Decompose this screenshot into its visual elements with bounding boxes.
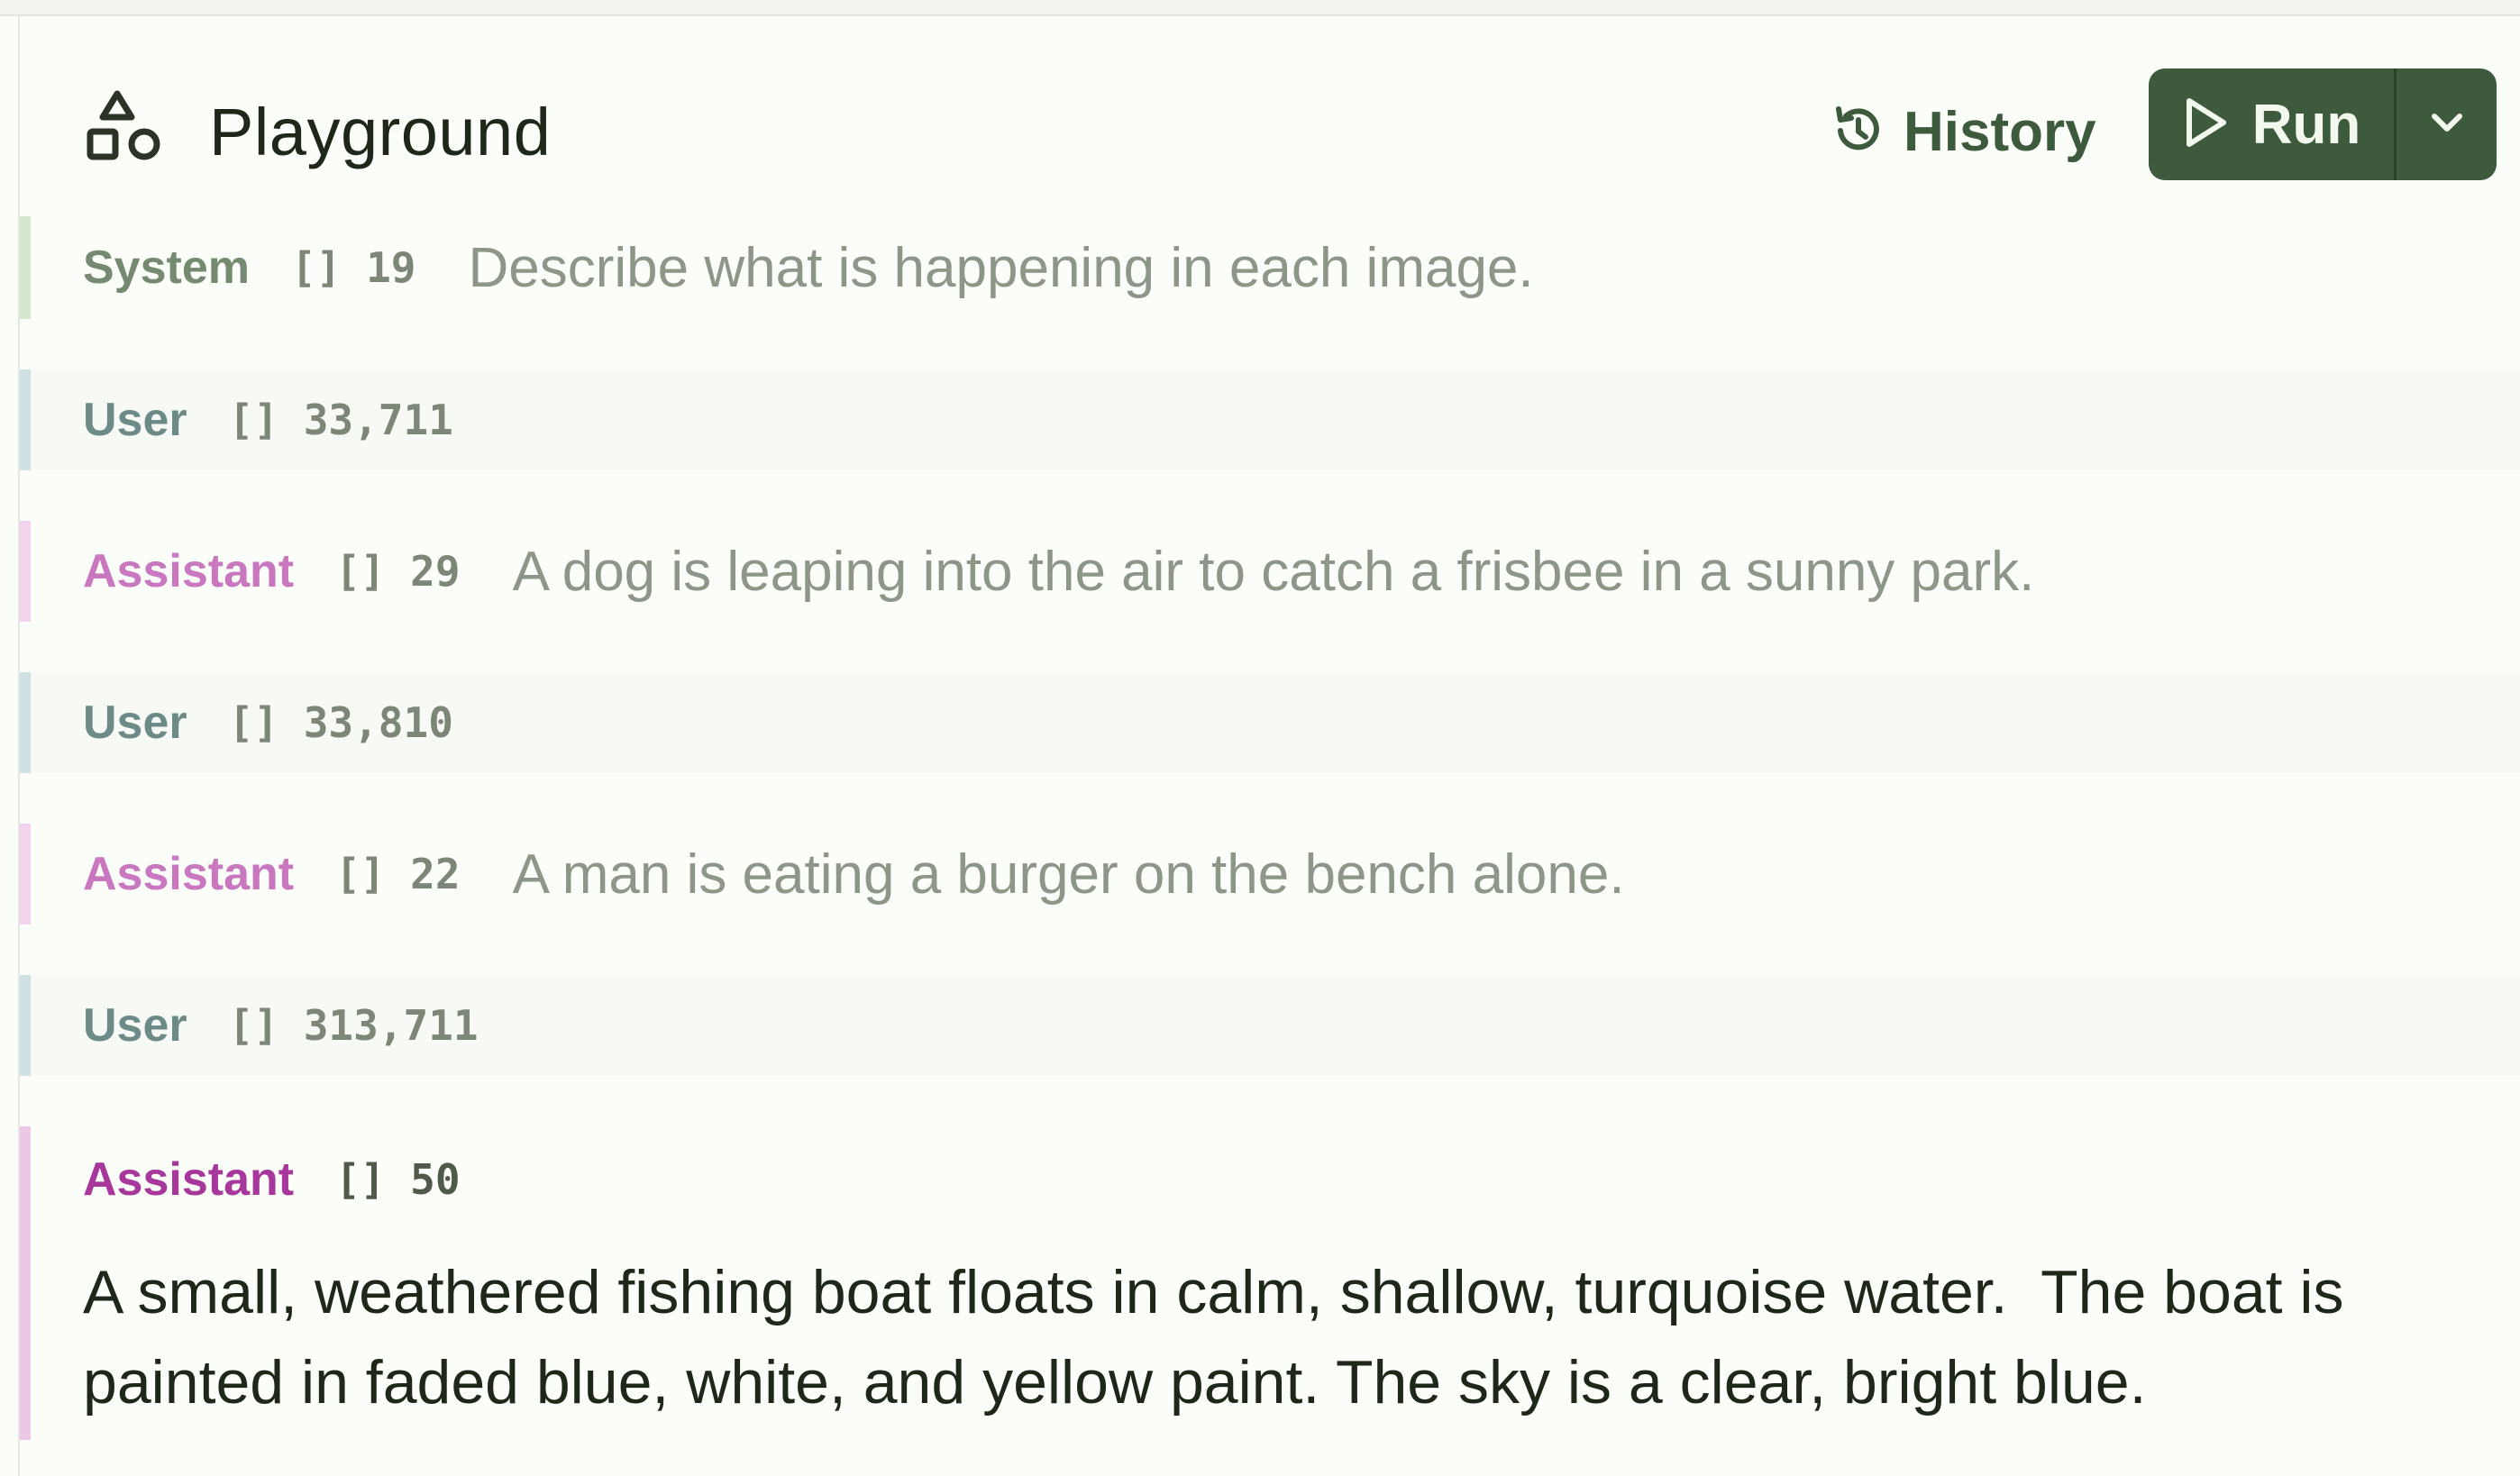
message-assistant[interactable]: Assistant [] 22 A man is eating a burger…: [20, 824, 2520, 925]
role-color-bar: [20, 521, 31, 622]
message-preview: A dog is leaping into the air to catch a…: [512, 540, 2035, 603]
message-assistant[interactable]: Assistant [] 29 A dog is leaping into th…: [20, 521, 2520, 622]
message-system[interactable]: System [] 19 Describe what is happening …: [20, 216, 2520, 319]
history-label: History: [1904, 100, 2096, 163]
message-role: User: [83, 697, 187, 749]
role-color-bar: [20, 672, 31, 773]
message-role: Assistant: [83, 848, 295, 900]
message-role: User: [83, 394, 187, 446]
token-count: [] 22: [335, 850, 461, 898]
message-user[interactable]: User [] 33,810: [20, 672, 2520, 773]
chevron-down-icon: [2429, 111, 2465, 139]
message-role: Assistant: [83, 1153, 295, 1206]
window-top-edge: [0, 0, 2520, 16]
page-title: Playground: [209, 95, 552, 169]
message-role: Assistant: [83, 545, 295, 597]
history-button[interactable]: History: [1831, 94, 2096, 169]
token-count: [] 313,711: [228, 1001, 479, 1050]
role-color-bar: [20, 216, 31, 319]
history-icon: [1831, 104, 1904, 160]
run-label: Run: [2251, 93, 2361, 156]
message-preview: A man is eating a burger on the bench al…: [512, 843, 1625, 906]
message-user[interactable]: User [] 33,711: [20, 369, 2520, 470]
play-icon: [2182, 96, 2252, 154]
token-count: [] 50: [335, 1155, 461, 1204]
message-role: User: [83, 999, 187, 1052]
role-color-bar: [20, 824, 31, 925]
run-button-group: Run: [2149, 68, 2497, 180]
role-color-bar: [20, 1126, 31, 1440]
playground-header: Playground History Run: [20, 16, 2520, 216]
message-preview: Describe what is happening in each image…: [468, 236, 1534, 299]
message-body[interactable]: A small, weathered fishing boat floats i…: [83, 1247, 2466, 1427]
role-color-bar: [20, 975, 31, 1076]
message-assistant-active[interactable]: Assistant [] 50 A small, weathered fishi…: [20, 1126, 2520, 1440]
token-count: [] 33,711: [228, 396, 453, 444]
token-count: [] 33,810: [228, 698, 453, 747]
run-options-dropdown[interactable]: [2397, 68, 2497, 180]
run-button[interactable]: Run: [2149, 68, 2394, 180]
message-role: System: [83, 241, 250, 294]
message-user[interactable]: User [] 313,711: [20, 975, 2520, 1076]
token-count: [] 19: [291, 243, 416, 292]
shapes-icon: [85, 87, 164, 166]
token-count: [] 29: [335, 547, 461, 596]
role-color-bar: [20, 369, 31, 470]
